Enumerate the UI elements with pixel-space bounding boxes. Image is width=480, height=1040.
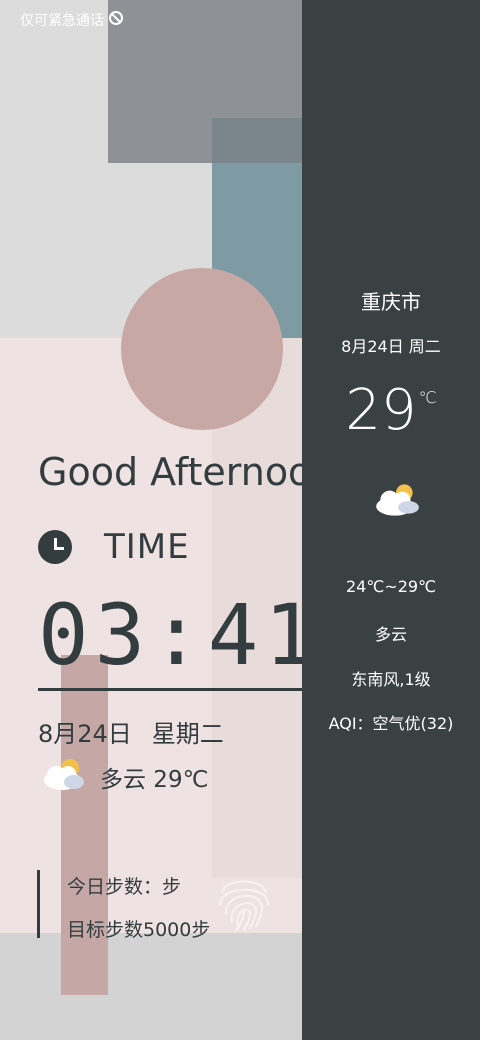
weather-summary[interactable]: 多云 29℃ bbox=[40, 756, 208, 798]
divider bbox=[38, 688, 302, 691]
partly-cloudy-icon bbox=[40, 756, 88, 798]
date-line: 8月24日 星期二 bbox=[38, 714, 224, 749]
temp-unit: ℃ bbox=[418, 388, 437, 407]
temp-value: 29 bbox=[345, 378, 417, 443]
temp-range: 24℃~29℃ bbox=[345, 577, 437, 596]
partly-cloudy-icon bbox=[372, 480, 422, 522]
status-bar-left: 仅可紧急通话 bbox=[20, 10, 124, 30]
clock-icon bbox=[38, 530, 72, 564]
wallpaper-bar bbox=[61, 655, 108, 995]
steps-goal: 目标步数5000步 bbox=[67, 919, 211, 941]
carrier-text: 仅可紧急通话 bbox=[20, 13, 104, 29]
weekday-text: 星期二 bbox=[151, 720, 224, 748]
wallpaper-bottom bbox=[0, 933, 302, 1040]
aqi-info: AQI：空气优(32) bbox=[328, 714, 454, 733]
weather-condition: 多云 bbox=[374, 625, 407, 644]
weather-side-panel[interactable]: 重庆市 8月24日 周二 29 ℃ 24℃~29℃ 多云 东南风,1级 AQI：空… bbox=[302, 0, 480, 1040]
clock-time[interactable]: 03:41 bbox=[38, 586, 321, 684]
wallpaper-circle bbox=[121, 268, 283, 430]
no-signal-icon bbox=[108, 10, 124, 30]
wind-info: 东南风,1级 bbox=[351, 670, 431, 689]
date-text: 8月24日 bbox=[38, 720, 132, 748]
city-name: 重庆市 bbox=[361, 290, 421, 314]
fingerprint-icon[interactable] bbox=[206, 862, 282, 938]
time-label: TIME bbox=[104, 527, 190, 567]
current-temperature: 29 ℃ bbox=[302, 378, 480, 443]
steps-today: 今日步数：步 bbox=[67, 876, 182, 898]
side-date: 8月24日 周二 bbox=[341, 337, 441, 356]
steps-accent-bar bbox=[37, 870, 40, 938]
weather-text: 多云 29℃ bbox=[100, 767, 209, 793]
greeting-text: Good Afternoon bbox=[38, 450, 302, 494]
wallpaper-blue-shade bbox=[212, 118, 302, 163]
